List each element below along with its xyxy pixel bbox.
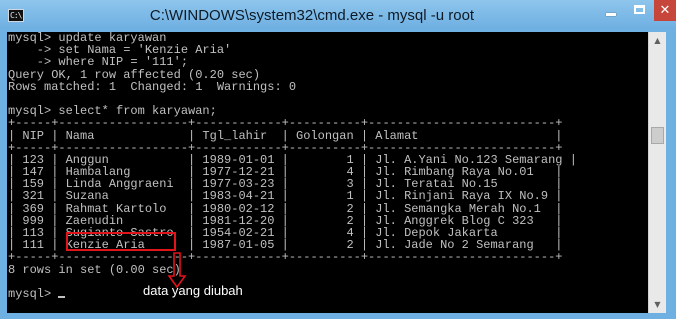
close-button[interactable]: ✕ [654, 0, 676, 21]
console-line: mysql> [8, 288, 577, 300]
cmd-window: C:\ C:\WINDOWS\system32\cmd.exe - mysql … [0, 0, 676, 319]
close-icon: ✕ [659, 3, 671, 18]
console-line: 8 rows in set (0.00 sec) [8, 262, 181, 277]
maximize-button[interactable] [626, 0, 654, 21]
scroll-down-arrow-icon[interactable]: ▼ [649, 296, 666, 313]
console-line: Rows matched: 1 Changed: 1 Warnings: 0 [8, 79, 297, 94]
console-line: Query OK, 1 row affected (0.20 sec) [8, 67, 261, 82]
minimize-icon [606, 13, 616, 16]
text-cursor [58, 295, 66, 298]
console-text: mysql> update karyawan -> set Nama = 'Ke… [8, 32, 577, 300]
console-line: -> where NIP = '111'; [8, 55, 189, 70]
console-output[interactable]: mysql> update karyawan -> set Nama = 'Ke… [7, 32, 648, 313]
console-line: | 369 | Rahmat Kartolo | 1980-02-12 | 2 … [8, 201, 563, 216]
minimize-button[interactable] [596, 0, 626, 21]
maximize-icon [634, 5, 645, 14]
changed-row-highlight [66, 232, 176, 251]
console-line: | NIP | Nama | Tgl_lahir | Golongan | Al… [8, 128, 563, 143]
console-line: +-----+------------------+------------+-… [8, 250, 563, 265]
scroll-up-arrow-icon[interactable]: ▲ [649, 32, 666, 49]
scroll-thumb[interactable] [651, 127, 664, 144]
console-line: +-----+------------------+------------+-… [8, 116, 563, 131]
title-bar[interactable]: C:\ C:\WINDOWS\system32\cmd.exe - mysql … [0, 0, 676, 32]
window-title: C:\WINDOWS\system32\cmd.exe - mysql -u r… [149, 7, 475, 24]
annotation-label: data yang diubah [143, 283, 243, 298]
console-line: | 321 | Suzana | 1983-04-21 | 1 | Jl. Ri… [8, 189, 563, 204]
vertical-scrollbar[interactable]: ▲ ▼ [648, 32, 666, 313]
